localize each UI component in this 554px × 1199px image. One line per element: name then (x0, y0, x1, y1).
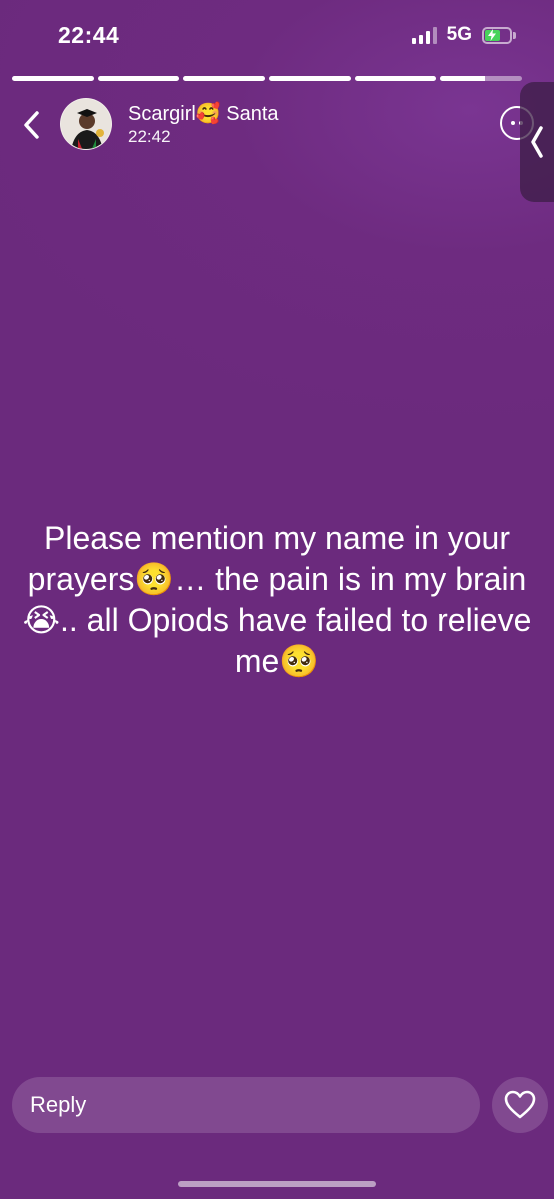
chevron-left-icon (531, 126, 543, 158)
network-type: 5G (446, 24, 472, 45)
story-progress-segment (269, 76, 351, 81)
chevron-left-icon (24, 111, 39, 139)
signal-icon (411, 26, 437, 44)
post-time: 22:42 (128, 127, 171, 146)
battery-icon (482, 26, 516, 44)
home-indicator (178, 1181, 376, 1187)
more-horizontal-icon (511, 121, 515, 125)
user-name[interactable]: Scargirl🥰 Santa (128, 101, 279, 126)
story-progress-segment (440, 76, 523, 81)
story-progress-segment (12, 76, 94, 81)
avatar-image (61, 99, 111, 149)
story-progress-segment (183, 76, 266, 81)
story-progress-segment (97, 76, 180, 81)
story-progress (12, 76, 523, 81)
status-icons: 5G (411, 24, 516, 46)
reply-input[interactable]: Reply (12, 1077, 480, 1133)
heart-icon (504, 1090, 536, 1119)
story-screen: 22:44 5G Scargirl🥰 Santa 22:42 Please me… (0, 0, 554, 1199)
like-button[interactable] (492, 1077, 548, 1133)
back-button[interactable] (16, 108, 46, 142)
side-panel-handle[interactable] (520, 82, 554, 202)
status-time: 22:44 (58, 22, 120, 48)
story-progress-segment (354, 76, 437, 81)
avatar[interactable] (60, 98, 112, 150)
story-text: Please mention my name in your prayers🥺…… (22, 520, 532, 679)
